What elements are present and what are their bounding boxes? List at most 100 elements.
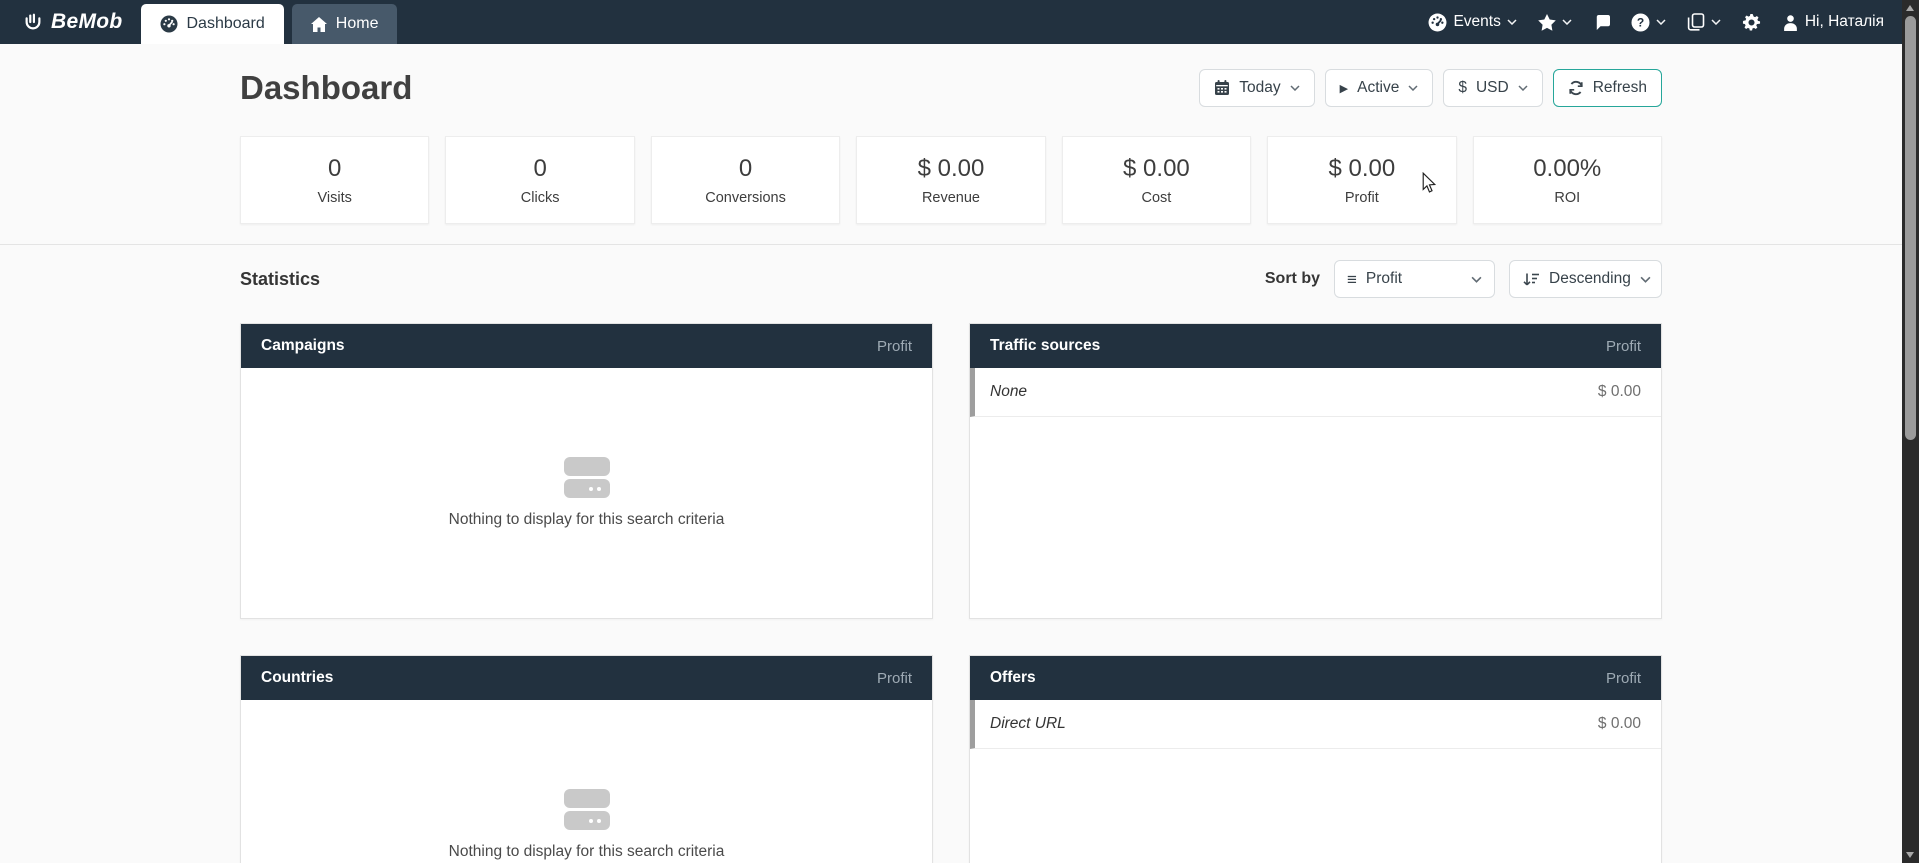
panel-traffic-sources: Traffic sources Profit None $ 0.00 [969,323,1662,619]
workspaces-menu[interactable] [1687,13,1721,31]
card-value: 0 [739,155,752,183]
chevron-down-icon [1562,19,1572,25]
sort-descending-icon [1522,272,1540,287]
settings-button[interactable] [1742,13,1761,32]
sort-direction-value: Descending [1549,270,1631,288]
table-row[interactable]: Direct URL $ 0.00 [970,700,1661,749]
page-title: Dashboard [240,69,412,107]
panel-header: Offers Profit [970,656,1661,700]
events-label: Events [1453,13,1500,31]
user-menu[interactable]: Hi, Наталія [1782,13,1884,31]
panel-header: Campaigns Profit [241,324,932,368]
panel-metric-header: Profit [1606,670,1641,687]
panel-metric-header: Profit [877,338,912,355]
statistics-header: Statistics Sort by ≡ Profit [240,259,1662,299]
bemob-logo[interactable]: BeMob [0,0,141,44]
panel-title: Campaigns [261,337,345,355]
sort-by-label: Sort by [1265,270,1320,288]
currency-button[interactable]: $ USD [1443,69,1542,107]
empty-data-icon [564,789,610,830]
card-label: Profit [1345,190,1379,206]
panel-title: Traffic sources [990,337,1100,355]
scrollbar[interactable] [1902,0,1919,863]
panel-header: Countries Profit [241,656,932,700]
chat-button[interactable] [1593,14,1610,31]
card-clicks[interactable]: 0 Clicks [445,136,634,224]
refresh-button[interactable]: Refresh [1553,69,1662,107]
topbar-menu: Events ? [1428,0,1902,44]
table-row[interactable]: None $ 0.00 [970,368,1661,417]
sort-direction-select[interactable]: Descending [1509,260,1662,298]
card-value: 0 [533,155,546,183]
tab-home[interactable]: Home [292,4,398,44]
panel-title: Countries [261,669,333,687]
card-value: $ 0.00 [1123,155,1190,183]
help-menu[interactable]: ? [1631,13,1666,32]
sort-field-select[interactable]: ≡ Profit [1334,260,1495,298]
empty-data-icon [564,457,610,498]
topbar-tabs: Dashboard Home [141,0,398,44]
card-conversions[interactable]: 0 Conversions [651,136,840,224]
chevron-down-icon [1471,276,1482,283]
events-menu[interactable]: Events [1428,13,1516,32]
scroll-up-arrow[interactable] [1906,5,1914,11]
panel-header: Traffic sources Profit [970,324,1661,368]
card-profit[interactable]: $ 0.00 Profit [1267,136,1456,224]
events-gauge-icon [1428,13,1447,32]
user-greeting: Hi, Наталія [1805,13,1884,31]
card-value: $ 0.00 [1328,155,1395,183]
refresh-icon [1568,80,1584,96]
card-cost[interactable]: $ 0.00 Cost [1062,136,1251,224]
user-icon [1782,14,1799,31]
empty-state-text: Nothing to display for this search crite… [449,511,725,529]
dashboard-gauge-icon [160,15,178,33]
status-filter-button[interactable]: ▶ Active [1325,69,1434,107]
panel-body: Direct URL $ 0.00 [970,700,1661,863]
date-range-label: Today [1239,79,1280,97]
date-range-button[interactable]: Today [1199,69,1314,107]
panel-body: Nothing to display for this search crite… [241,368,932,618]
gear-icon [1742,13,1761,32]
main-content: Dashboard Today [0,44,1902,863]
statistics-panels: Campaigns Profit Nothing to display for … [240,323,1662,863]
empty-state: Nothing to display for this search crite… [241,368,932,618]
copy-stack-icon [1687,13,1705,31]
chevron-down-icon [1507,19,1517,25]
list-bars-icon: ≡ [1347,271,1357,288]
scrollbar-thumb[interactable] [1905,16,1916,440]
tab-home-label: Home [336,15,379,33]
card-label: Revenue [922,190,980,206]
panel-title: Offers [990,669,1036,687]
toolbar: Today ▶ Active $ USD [1199,69,1662,107]
page-header: Dashboard Today [240,66,1662,110]
tab-dashboard-label: Dashboard [187,15,265,33]
panel-countries: Countries Profit Nothing to display for … [240,655,933,863]
bemob-logo-text: BeMob [51,10,123,34]
play-icon: ▶ [1340,82,1348,95]
chevron-down-icon [1640,276,1651,283]
star-icon [1538,14,1556,31]
card-label: ROI [1554,190,1580,206]
panel-metric-header: Profit [877,670,912,687]
chevron-down-icon [1656,19,1666,25]
status-filter-label: Active [1357,79,1399,97]
card-visits[interactable]: 0 Visits [240,136,429,224]
card-value: 0 [328,155,341,183]
panel-body: None $ 0.00 [970,368,1661,618]
scroll-down-arrow[interactable] [1906,852,1914,858]
summary-cards: 0 Visits 0 Clicks 0 Conversions $ 0.00 R… [240,136,1662,224]
panel-campaigns: Campaigns Profit Nothing to display for … [240,323,933,619]
svg-text:?: ? [1637,15,1644,29]
card-label: Cost [1141,190,1171,206]
tab-dashboard[interactable]: Dashboard [141,4,284,44]
currency-label: USD [1476,79,1509,97]
row-value: $ 0.00 [1598,383,1641,401]
empty-state: Nothing to display for this search crite… [241,700,932,863]
chat-bubble-icon [1593,14,1610,31]
favorites-menu[interactable] [1538,14,1572,31]
card-roi[interactable]: 0.00% ROI [1473,136,1662,224]
question-circle-icon: ? [1631,13,1650,32]
panel-body: Nothing to display for this search crite… [241,700,932,863]
card-revenue[interactable]: $ 0.00 Revenue [856,136,1045,224]
chevron-down-icon [1711,19,1721,25]
